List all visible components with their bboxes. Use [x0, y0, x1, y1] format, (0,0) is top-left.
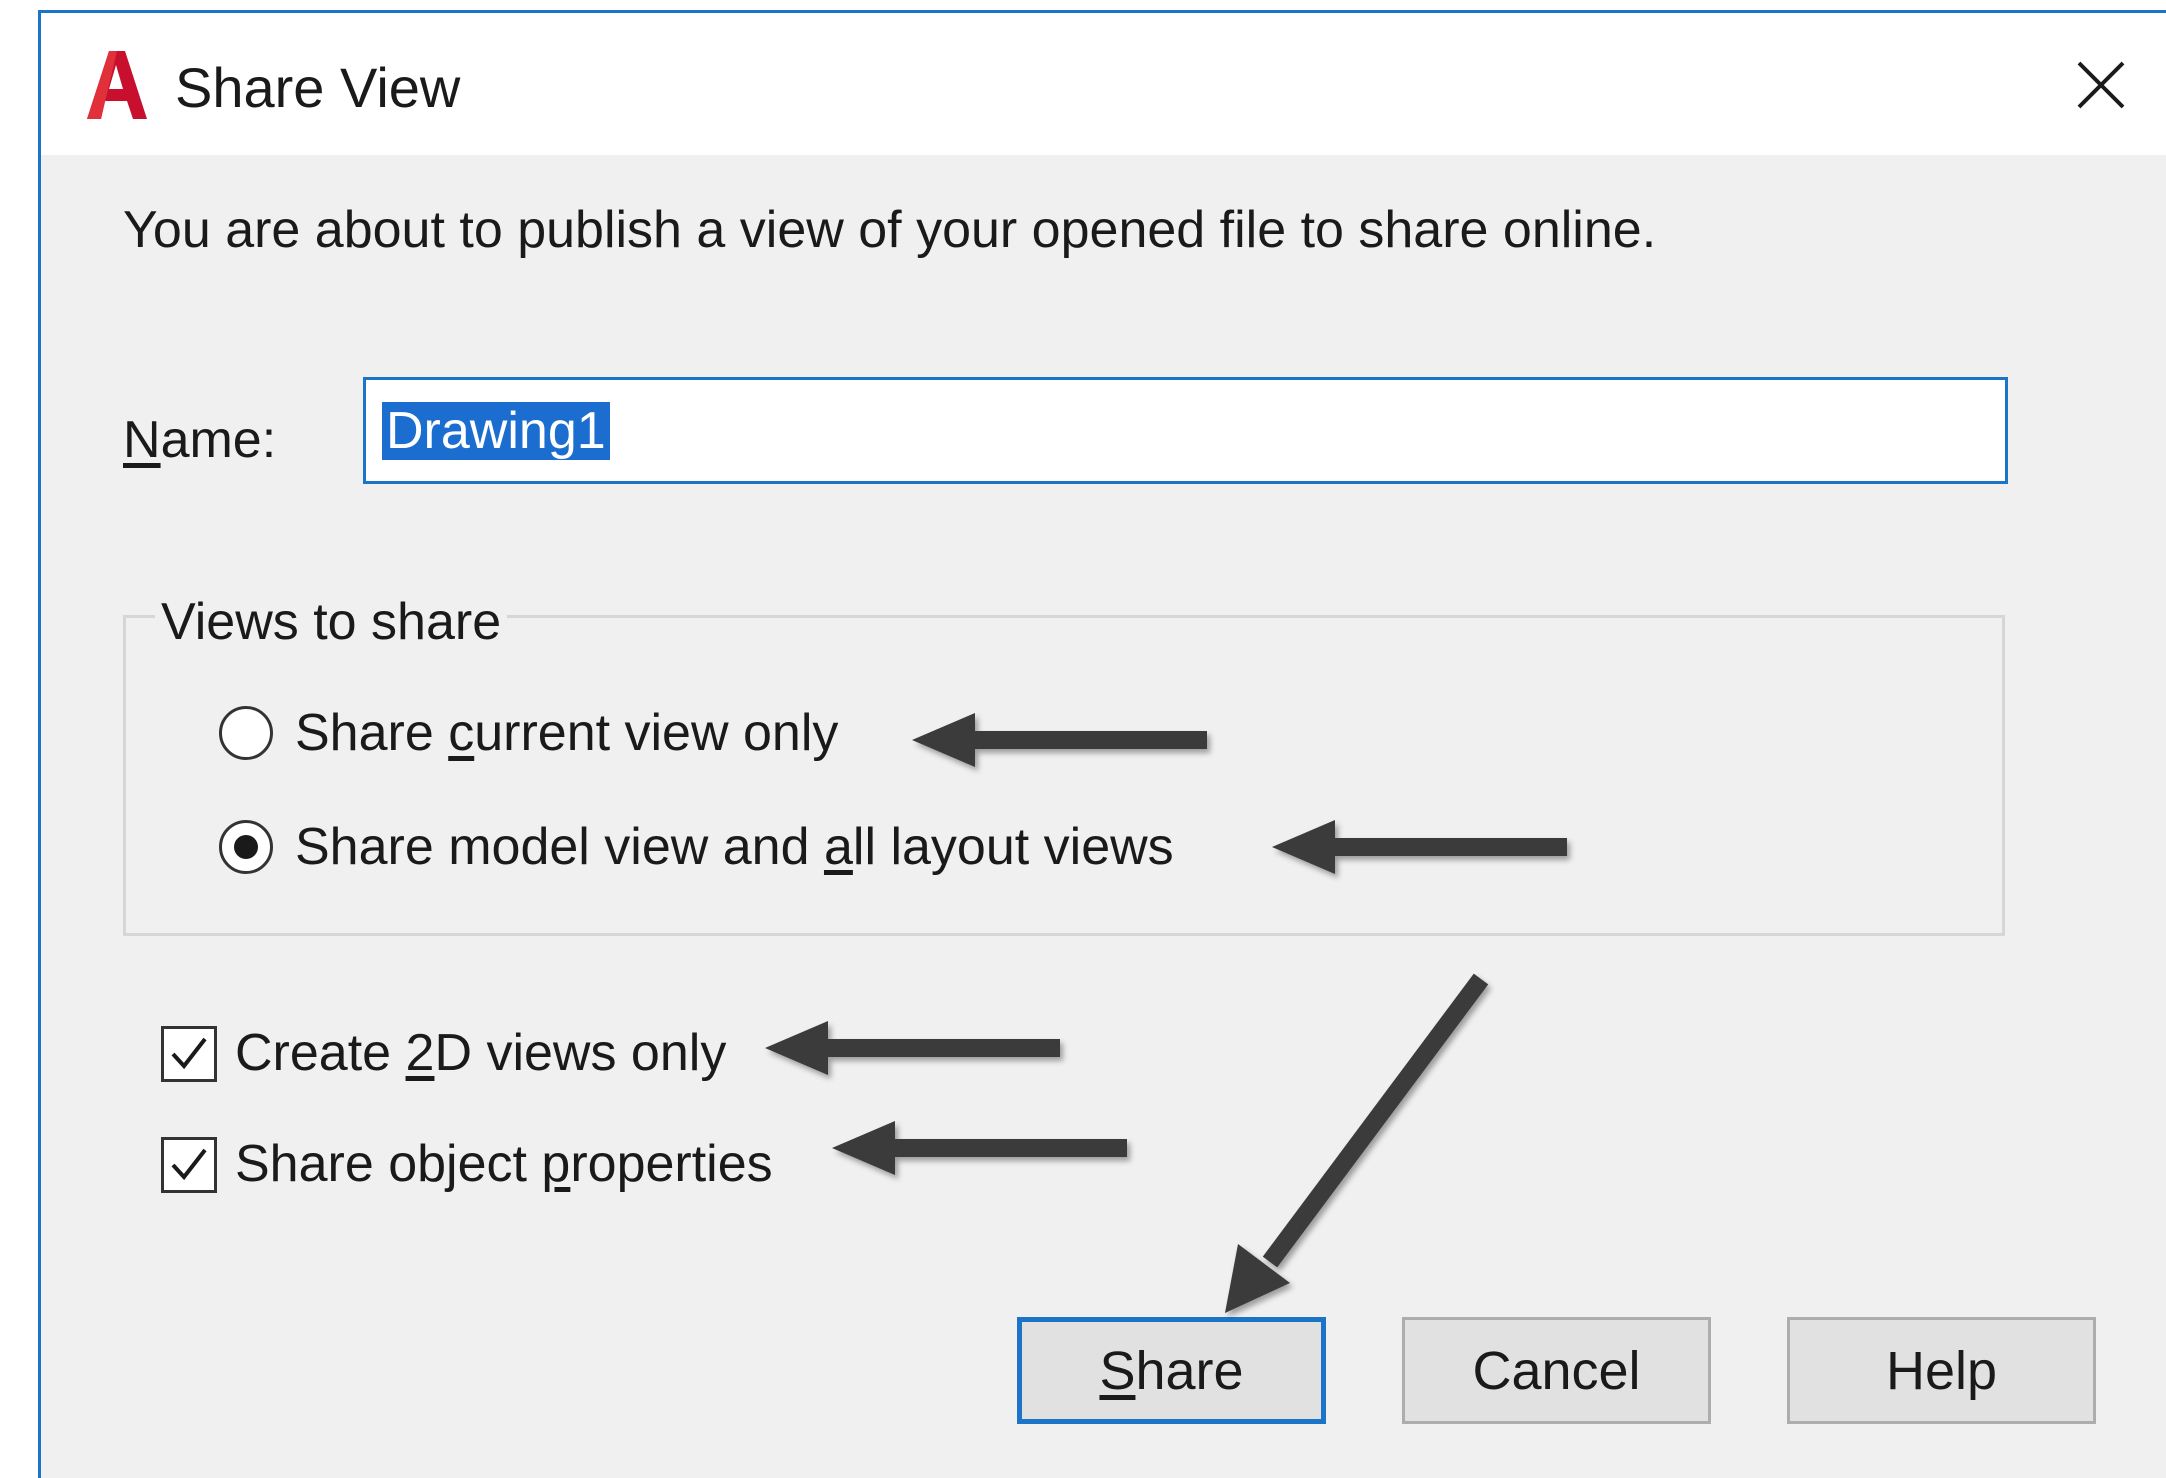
name-label-mnemonic: N [123, 411, 161, 469]
help-button[interactable]: Help [1787, 1317, 2096, 1424]
views-to-share-group [123, 615, 2005, 936]
radio-button-unselected[interactable] [219, 706, 273, 760]
screenshot-canvas: Share View You are about to publish a vi… [0, 0, 2166, 1478]
name-input-value: Drawing1 [382, 402, 610, 460]
cancel-button-label: Cancel [1472, 1340, 1641, 1401]
checkbox-share-object-properties-label: Share object properties [235, 1135, 773, 1193]
autocad-a-icon [87, 51, 147, 119]
share-button[interactable]: Share [1017, 1317, 1326, 1424]
name-label: Name: [123, 410, 276, 470]
dialog-title: Share View [175, 56, 461, 119]
title-bar: Share View [41, 13, 2166, 155]
close-icon[interactable] [2073, 57, 2129, 113]
help-button-label: Help [1885, 1340, 1998, 1401]
checkmark-icon [171, 1037, 207, 1070]
radio-selected-dot [234, 835, 258, 859]
name-input[interactable]: Drawing1 [363, 377, 2008, 484]
views-group-title: Views to share [155, 592, 508, 652]
radio-share-all-views-label: Share model view and all layout views [295, 818, 1174, 876]
checkbox-box-checked[interactable] [161, 1137, 217, 1193]
share-button-label: hare [1135, 1340, 1244, 1401]
share-button-mnemonic: S [1099, 1340, 1136, 1401]
checkbox-create-2d-views-label: Create 2D views only [235, 1024, 727, 1082]
checkbox-box-checked[interactable] [161, 1026, 217, 1082]
name-label-rest: ame: [160, 411, 277, 469]
checkmark-icon [171, 1148, 207, 1181]
cancel-button[interactable]: Cancel [1402, 1317, 1711, 1424]
radio-button-selected[interactable] [219, 820, 273, 874]
radio-share-current-view-label: Share current view only [295, 704, 839, 762]
intro-text: You are about to publish a view of your … [123, 201, 1657, 259]
